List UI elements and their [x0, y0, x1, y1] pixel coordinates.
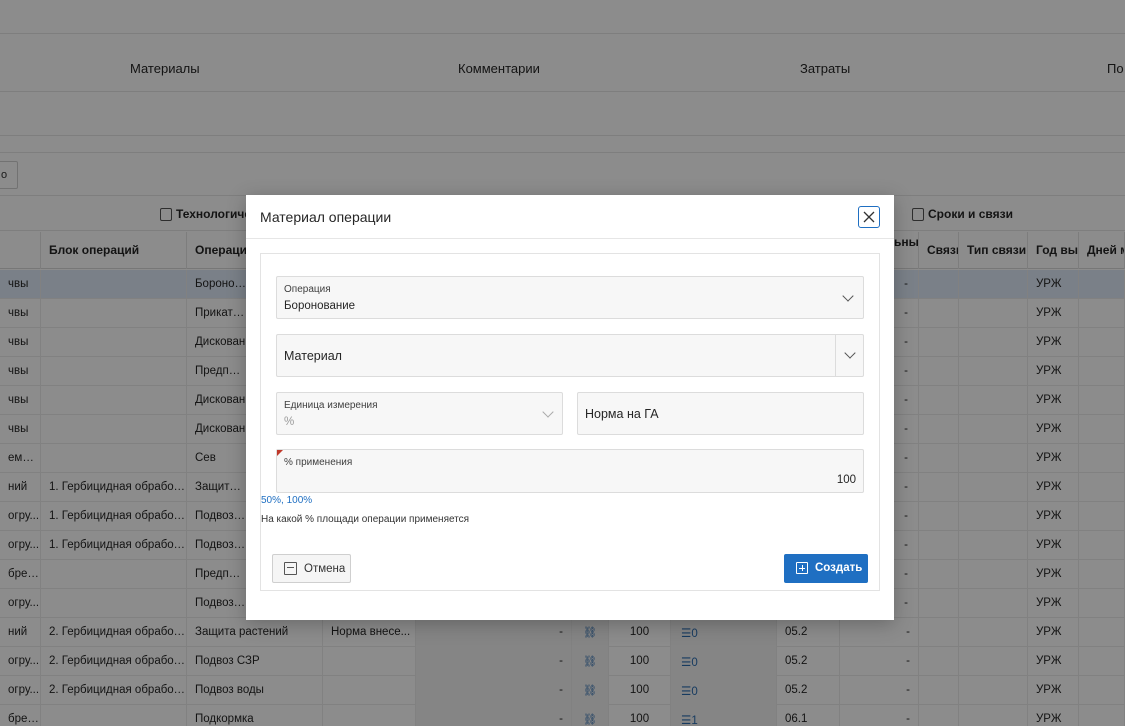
percent-suggestions-link[interactable]: 50%, 100%	[261, 495, 312, 506]
exit-icon	[284, 562, 297, 575]
operation-value: Боронование	[284, 300, 356, 312]
percent-label: % применения	[284, 457, 353, 468]
percent-help-text: На какой % площади операции применяется	[261, 514, 470, 525]
material-dropdown-button[interactable]	[835, 335, 863, 376]
norm-per-ha-field[interactable]: Норма на ГА	[577, 392, 864, 435]
chevron-down-icon	[844, 347, 856, 359]
operation-select[interactable]: Операция Боронование	[276, 276, 864, 319]
norm-placeholder: Норма на ГА	[585, 407, 659, 421]
required-marker	[277, 450, 283, 456]
dialog-header: Материал операции	[246, 195, 894, 239]
percent-field[interactable]: % применения 100	[276, 449, 864, 493]
material-placeholder: Материал	[284, 349, 342, 363]
unit-select[interactable]: Единица измерения %	[276, 392, 563, 435]
chevron-down-icon	[842, 290, 854, 302]
percent-value: 100	[836, 474, 856, 486]
operation-label: Операция	[284, 284, 331, 295]
dialog-title: Материал операции	[260, 209, 392, 225]
cancel-label: Отмена	[304, 563, 346, 575]
unit-label: Единица измерения	[284, 400, 378, 411]
create-button[interactable]: Создать	[784, 554, 868, 583]
cancel-button[interactable]: Отмена	[272, 554, 351, 583]
close-button[interactable]	[858, 206, 880, 228]
unit-value: %	[284, 416, 295, 428]
material-dialog: Материал операции Операция Боронование М…	[246, 195, 894, 620]
material-select[interactable]: Материал	[276, 334, 864, 377]
close-icon	[863, 211, 875, 223]
dialog-form: Операция Боронование Материал Единица из…	[260, 253, 880, 591]
chevron-down-icon	[542, 406, 554, 418]
plus-square-icon	[796, 562, 808, 574]
create-label: Создать	[815, 562, 863, 574]
